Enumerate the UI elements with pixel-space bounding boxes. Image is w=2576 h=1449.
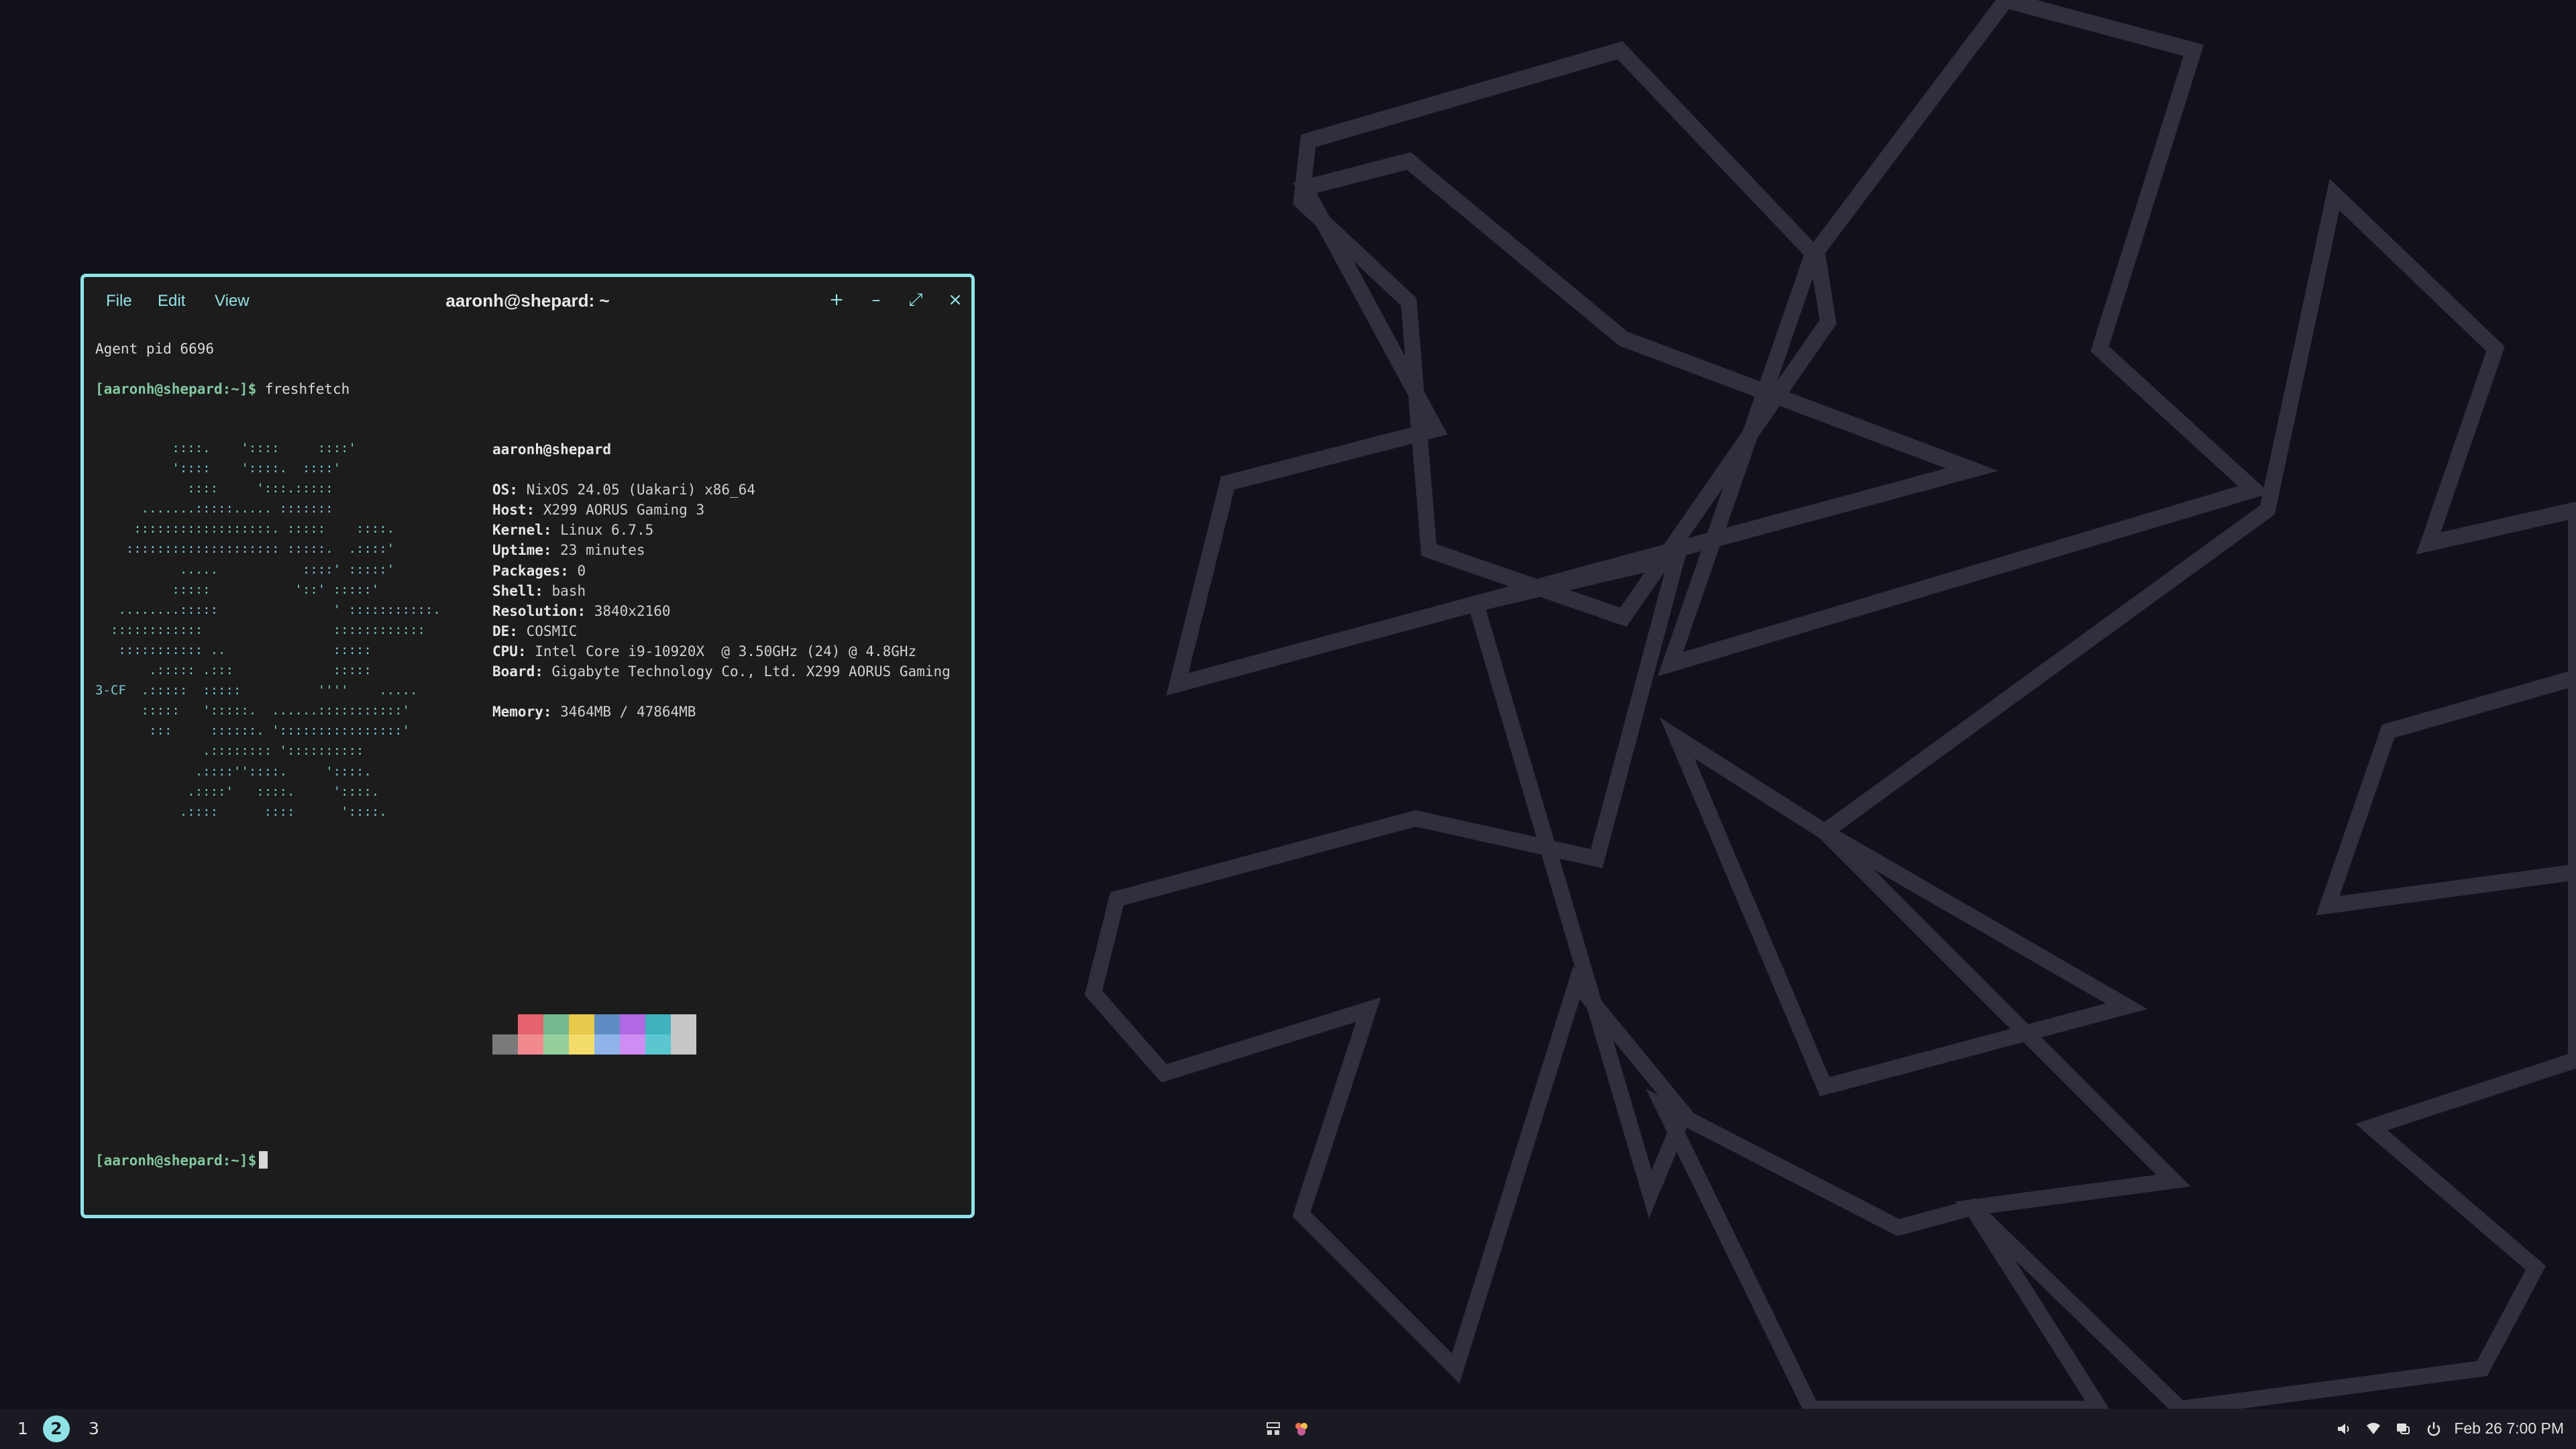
info-key: CPU	[492, 643, 518, 659]
info-key: Shell	[492, 582, 535, 599]
shell-prompt: [aaronh@shepard:~]$	[95, 381, 257, 397]
info-value: 3840x2160	[594, 602, 671, 619]
clock[interactable]: Feb 26 7:00 PM	[2454, 1419, 2564, 1438]
info-value: 23 minutes	[560, 542, 645, 559]
color-swatch	[671, 1014, 696, 1034]
info-user: aaronh@shepard	[492, 441, 612, 458]
network-icon[interactable]	[2364, 1419, 2383, 1438]
new-tab-button[interactable]: +	[826, 289, 847, 311]
info-row: DE: COSMIC	[492, 623, 578, 639]
power-icon[interactable]	[2424, 1419, 2443, 1438]
color-swatch	[620, 1014, 645, 1034]
info-key: Memory	[492, 704, 543, 720]
info-row: Packages: 0	[492, 562, 586, 579]
color-swatch	[492, 1014, 518, 1034]
color-swatch	[518, 1034, 543, 1055]
workspace-3[interactable]: 3	[80, 1415, 107, 1442]
info-key: OS	[492, 482, 510, 498]
color-swatch	[518, 1014, 543, 1034]
info-value: NixOS 24.05 (Uakari) x86_64	[526, 482, 755, 498]
terminal-app-icon[interactable]	[1292, 1419, 1311, 1438]
shell-prompt: [aaronh@shepard:~]$	[95, 1152, 257, 1169]
color-swatch	[594, 1014, 620, 1034]
wallpaper-shape-7	[2316, 669, 2576, 916]
color-swatch	[645, 1014, 671, 1034]
command-text: freshfetch	[264, 381, 350, 397]
info-row-memory: Memory: 3464MB / 47864MB	[492, 704, 696, 720]
command-line: [aaronh@shepard:~]$ freshfetch	[95, 379, 350, 399]
info-key: Uptime	[492, 542, 543, 559]
wallpaper-shape-4	[1812, 178, 2576, 1409]
active-prompt-line[interactable]: [aaronh@shepard:~]$	[95, 1150, 268, 1171]
info-value: Intel Core i9-10920X @ 3.50GHz (24) @ 4.…	[535, 643, 917, 659]
info-value: Linux 6.7.5	[560, 522, 654, 539]
ascii-logo: ::::. ':::: ::::' ':::: '::::. ::::' :::…	[95, 441, 441, 819]
info-row: Shell: bash	[492, 582, 586, 599]
info-row: CPU: Intel Core i9-10920X @ 3.50GHz (24)…	[492, 643, 917, 659]
info-value: Gigabyte Technology Co., Ltd. X299 AORUS…	[551, 663, 951, 680]
color-swatch	[569, 1014, 594, 1034]
color-swatch	[594, 1034, 620, 1055]
info-row: Host: X299 AORUS Gaming 3	[492, 502, 705, 519]
info-key: Resolution	[492, 602, 578, 619]
wallpaper-shape-2	[1657, 0, 2270, 677]
info-value: bash	[551, 582, 586, 599]
info-key: DE	[492, 623, 510, 639]
info-key: Host	[492, 502, 527, 519]
color-swatch	[671, 1034, 696, 1055]
workspace-1[interactable]: 1	[9, 1415, 36, 1442]
info-value: 3464MB / 47864MB	[560, 704, 696, 720]
color-swatch	[543, 1034, 569, 1055]
bottom-panel: 1 2 3 Feb 26 7:00 PM	[0, 1409, 2576, 1449]
system-info: aaronh@shepard OS: NixOS 24.05 (Uakari) …	[492, 439, 951, 722]
info-row: Board: Gigabyte Technology Co., Ltd. X29…	[492, 663, 951, 680]
volume-icon[interactable]	[2334, 1419, 2353, 1438]
info-value: X299 AORUS Gaming 3	[543, 502, 705, 519]
info-row: Resolution: 3840x2160	[492, 602, 671, 619]
text-cursor	[259, 1151, 268, 1169]
close-button[interactable]: ×	[945, 289, 966, 311]
notifications-icon[interactable]	[2394, 1419, 2412, 1438]
color-swatch	[543, 1014, 569, 1034]
color-palette	[492, 1014, 696, 1055]
terminal-content[interactable]: Agent pid 6696 [aaronh@shepard:~]$ fresh…	[95, 339, 971, 1215]
agent-pid-line: Agent pid 6696	[95, 341, 215, 357]
color-swatch	[645, 1034, 671, 1055]
info-value: COSMIC	[526, 623, 578, 639]
info-row: OS: NixOS 24.05 (Uakari) x86_64	[492, 482, 755, 498]
terminal-titlebar[interactable]: File Edit View aaronh@shepard: ~ + – ⤢ ×	[84, 277, 971, 327]
maximize-button[interactable]: ⤢	[905, 289, 926, 311]
info-key: Packages	[492, 562, 561, 579]
minimize-button[interactable]: –	[865, 289, 887, 311]
color-swatch	[569, 1034, 594, 1055]
app-launcher-icon[interactable]	[1264, 1419, 1283, 1438]
info-key: Board	[492, 663, 535, 680]
color-swatch	[492, 1034, 518, 1055]
terminal-window[interactable]: File Edit View aaronh@shepard: ~ + – ⤢ ×…	[80, 274, 975, 1218]
info-key: Kernel	[492, 522, 543, 539]
info-row: Uptime: 23 minutes	[492, 542, 645, 559]
info-value: 0	[577, 562, 586, 579]
workspace-2[interactable]: 2	[43, 1415, 70, 1442]
info-row: Kernel: Linux 6.7.5	[492, 522, 654, 539]
color-swatch	[620, 1034, 645, 1055]
